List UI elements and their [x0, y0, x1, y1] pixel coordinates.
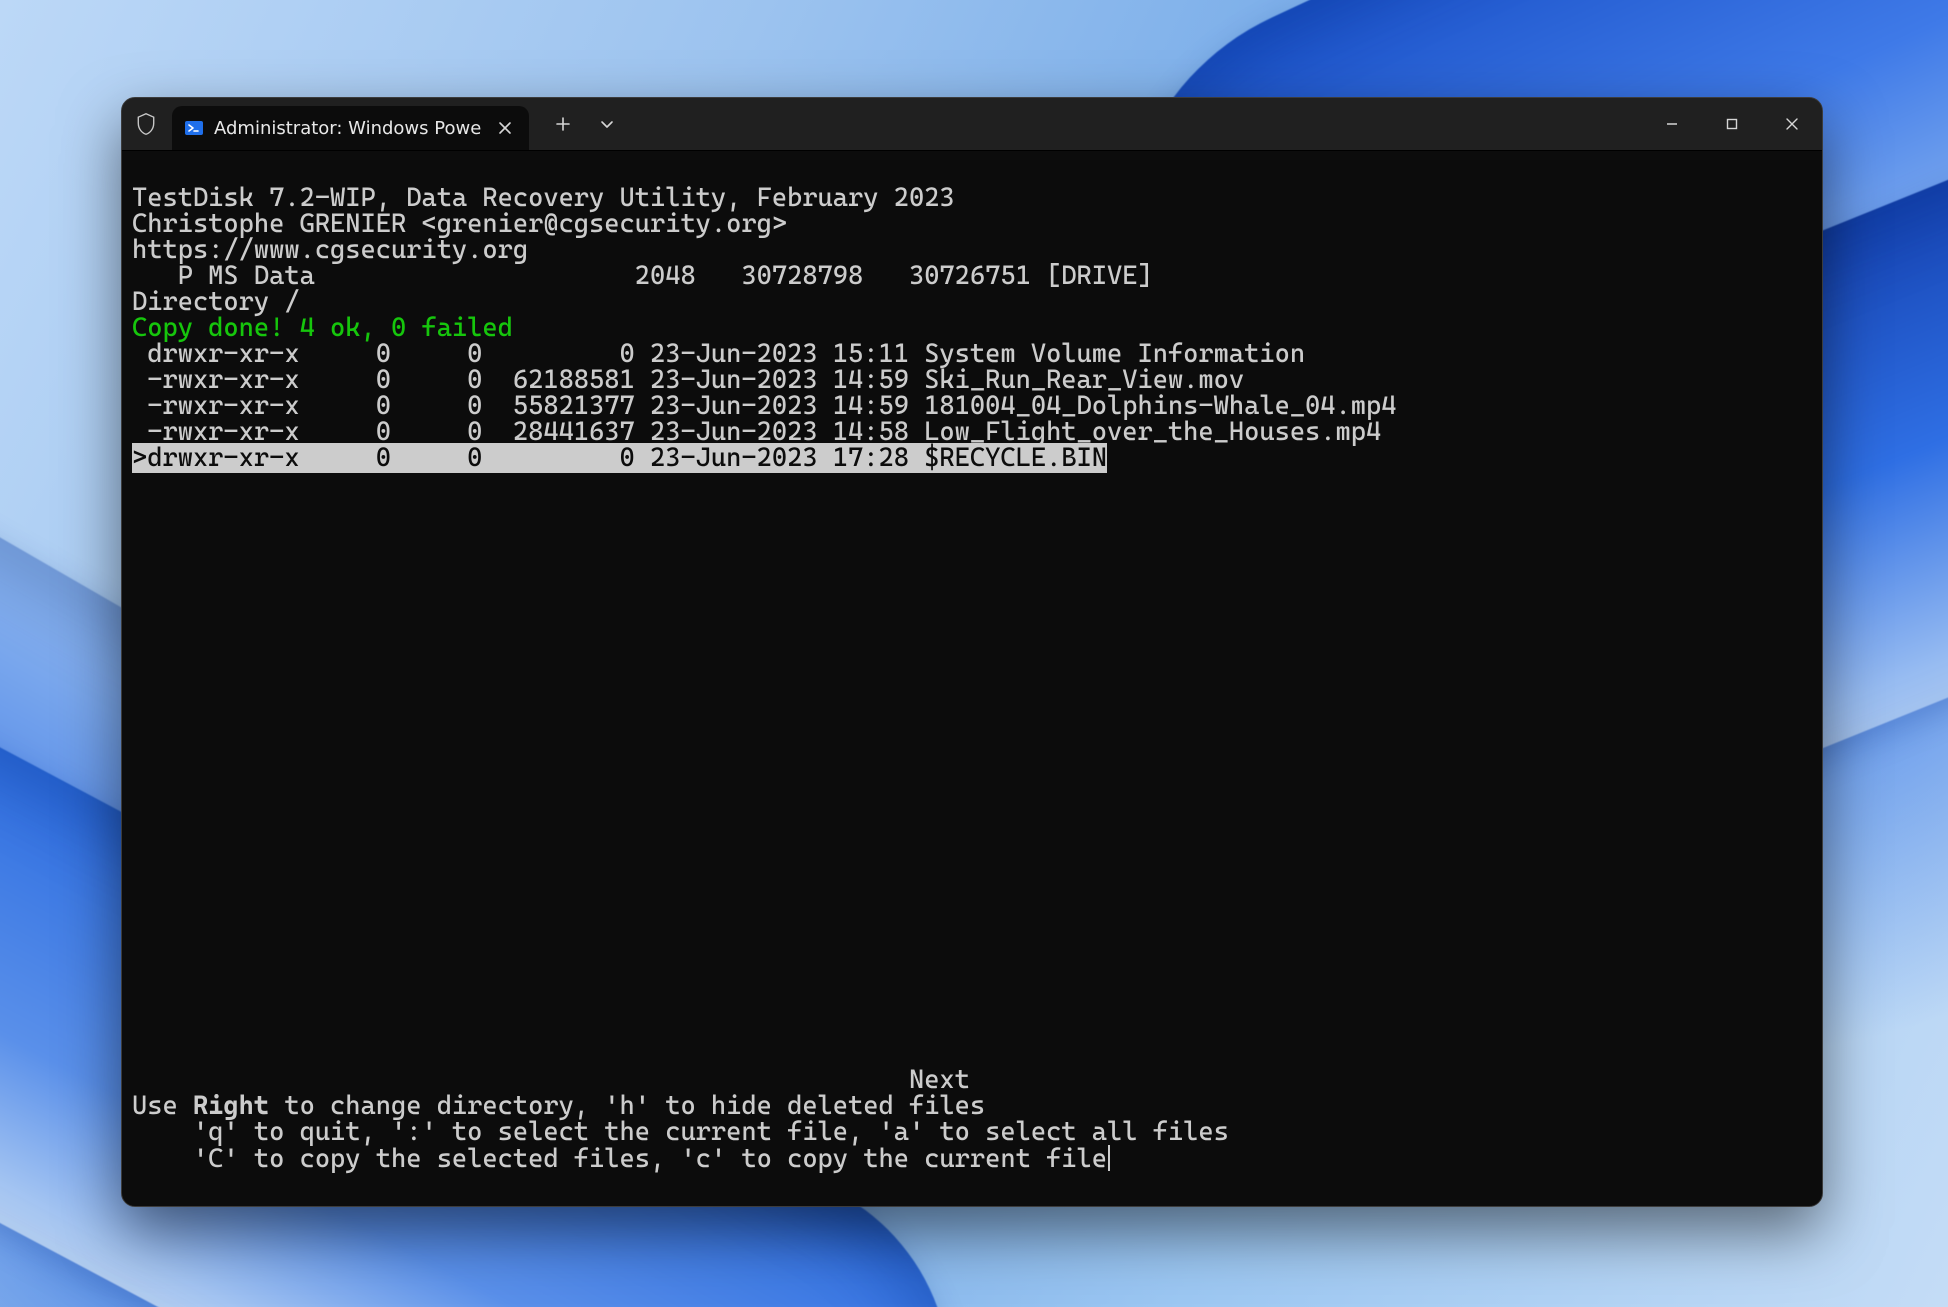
close-icon: [1785, 117, 1799, 131]
help-block: Next Use Right to change directory, 'h' …: [132, 1041, 1812, 1198]
close-icon: [498, 121, 512, 135]
titlebar-spacer[interactable]: [629, 98, 1642, 150]
window-controls: [1642, 98, 1822, 150]
close-window-button[interactable]: [1762, 98, 1822, 150]
shield-icon: [126, 98, 166, 150]
terminal-window: Administrator: Windows Powe: [121, 97, 1823, 1207]
file-row-selected[interactable]: >drwxr-xr-x 0 0 0 23-Jun-2023 17:28 $REC…: [132, 443, 1107, 473]
terminal-content[interactable]: TestDisk 7.2-WIP, Data Recovery Utility,…: [122, 151, 1822, 1206]
text-caret: [1108, 1145, 1110, 1171]
help-line: 'C' to copy the selected files, 'c' to c…: [132, 1144, 1110, 1174]
tab-dropdown-button[interactable]: [585, 98, 629, 150]
powershell-icon: [184, 118, 204, 138]
tab-title: Administrator: Windows Powe: [214, 118, 481, 139]
plus-icon: [555, 116, 571, 132]
tab-actions: [541, 98, 629, 150]
new-tab-button[interactable]: [541, 98, 585, 150]
file-list: drwxr-xr-x 0 0 0 23-Jun-2023 15:11 Syste…: [132, 341, 1814, 471]
help-line: 'q' to quit, ':' to select the current f…: [132, 1117, 1229, 1147]
titlebar[interactable]: Administrator: Windows Powe: [122, 98, 1822, 151]
titlebar-left: Administrator: Windows Powe: [122, 98, 629, 150]
maximize-icon: [1725, 117, 1739, 131]
minimize-button[interactable]: [1642, 98, 1702, 150]
tab-close-button[interactable]: [491, 114, 519, 142]
minimize-icon: [1665, 117, 1679, 131]
tab-active[interactable]: Administrator: Windows Powe: [172, 106, 529, 150]
maximize-button[interactable]: [1702, 98, 1762, 150]
chevron-down-icon: [600, 117, 614, 131]
